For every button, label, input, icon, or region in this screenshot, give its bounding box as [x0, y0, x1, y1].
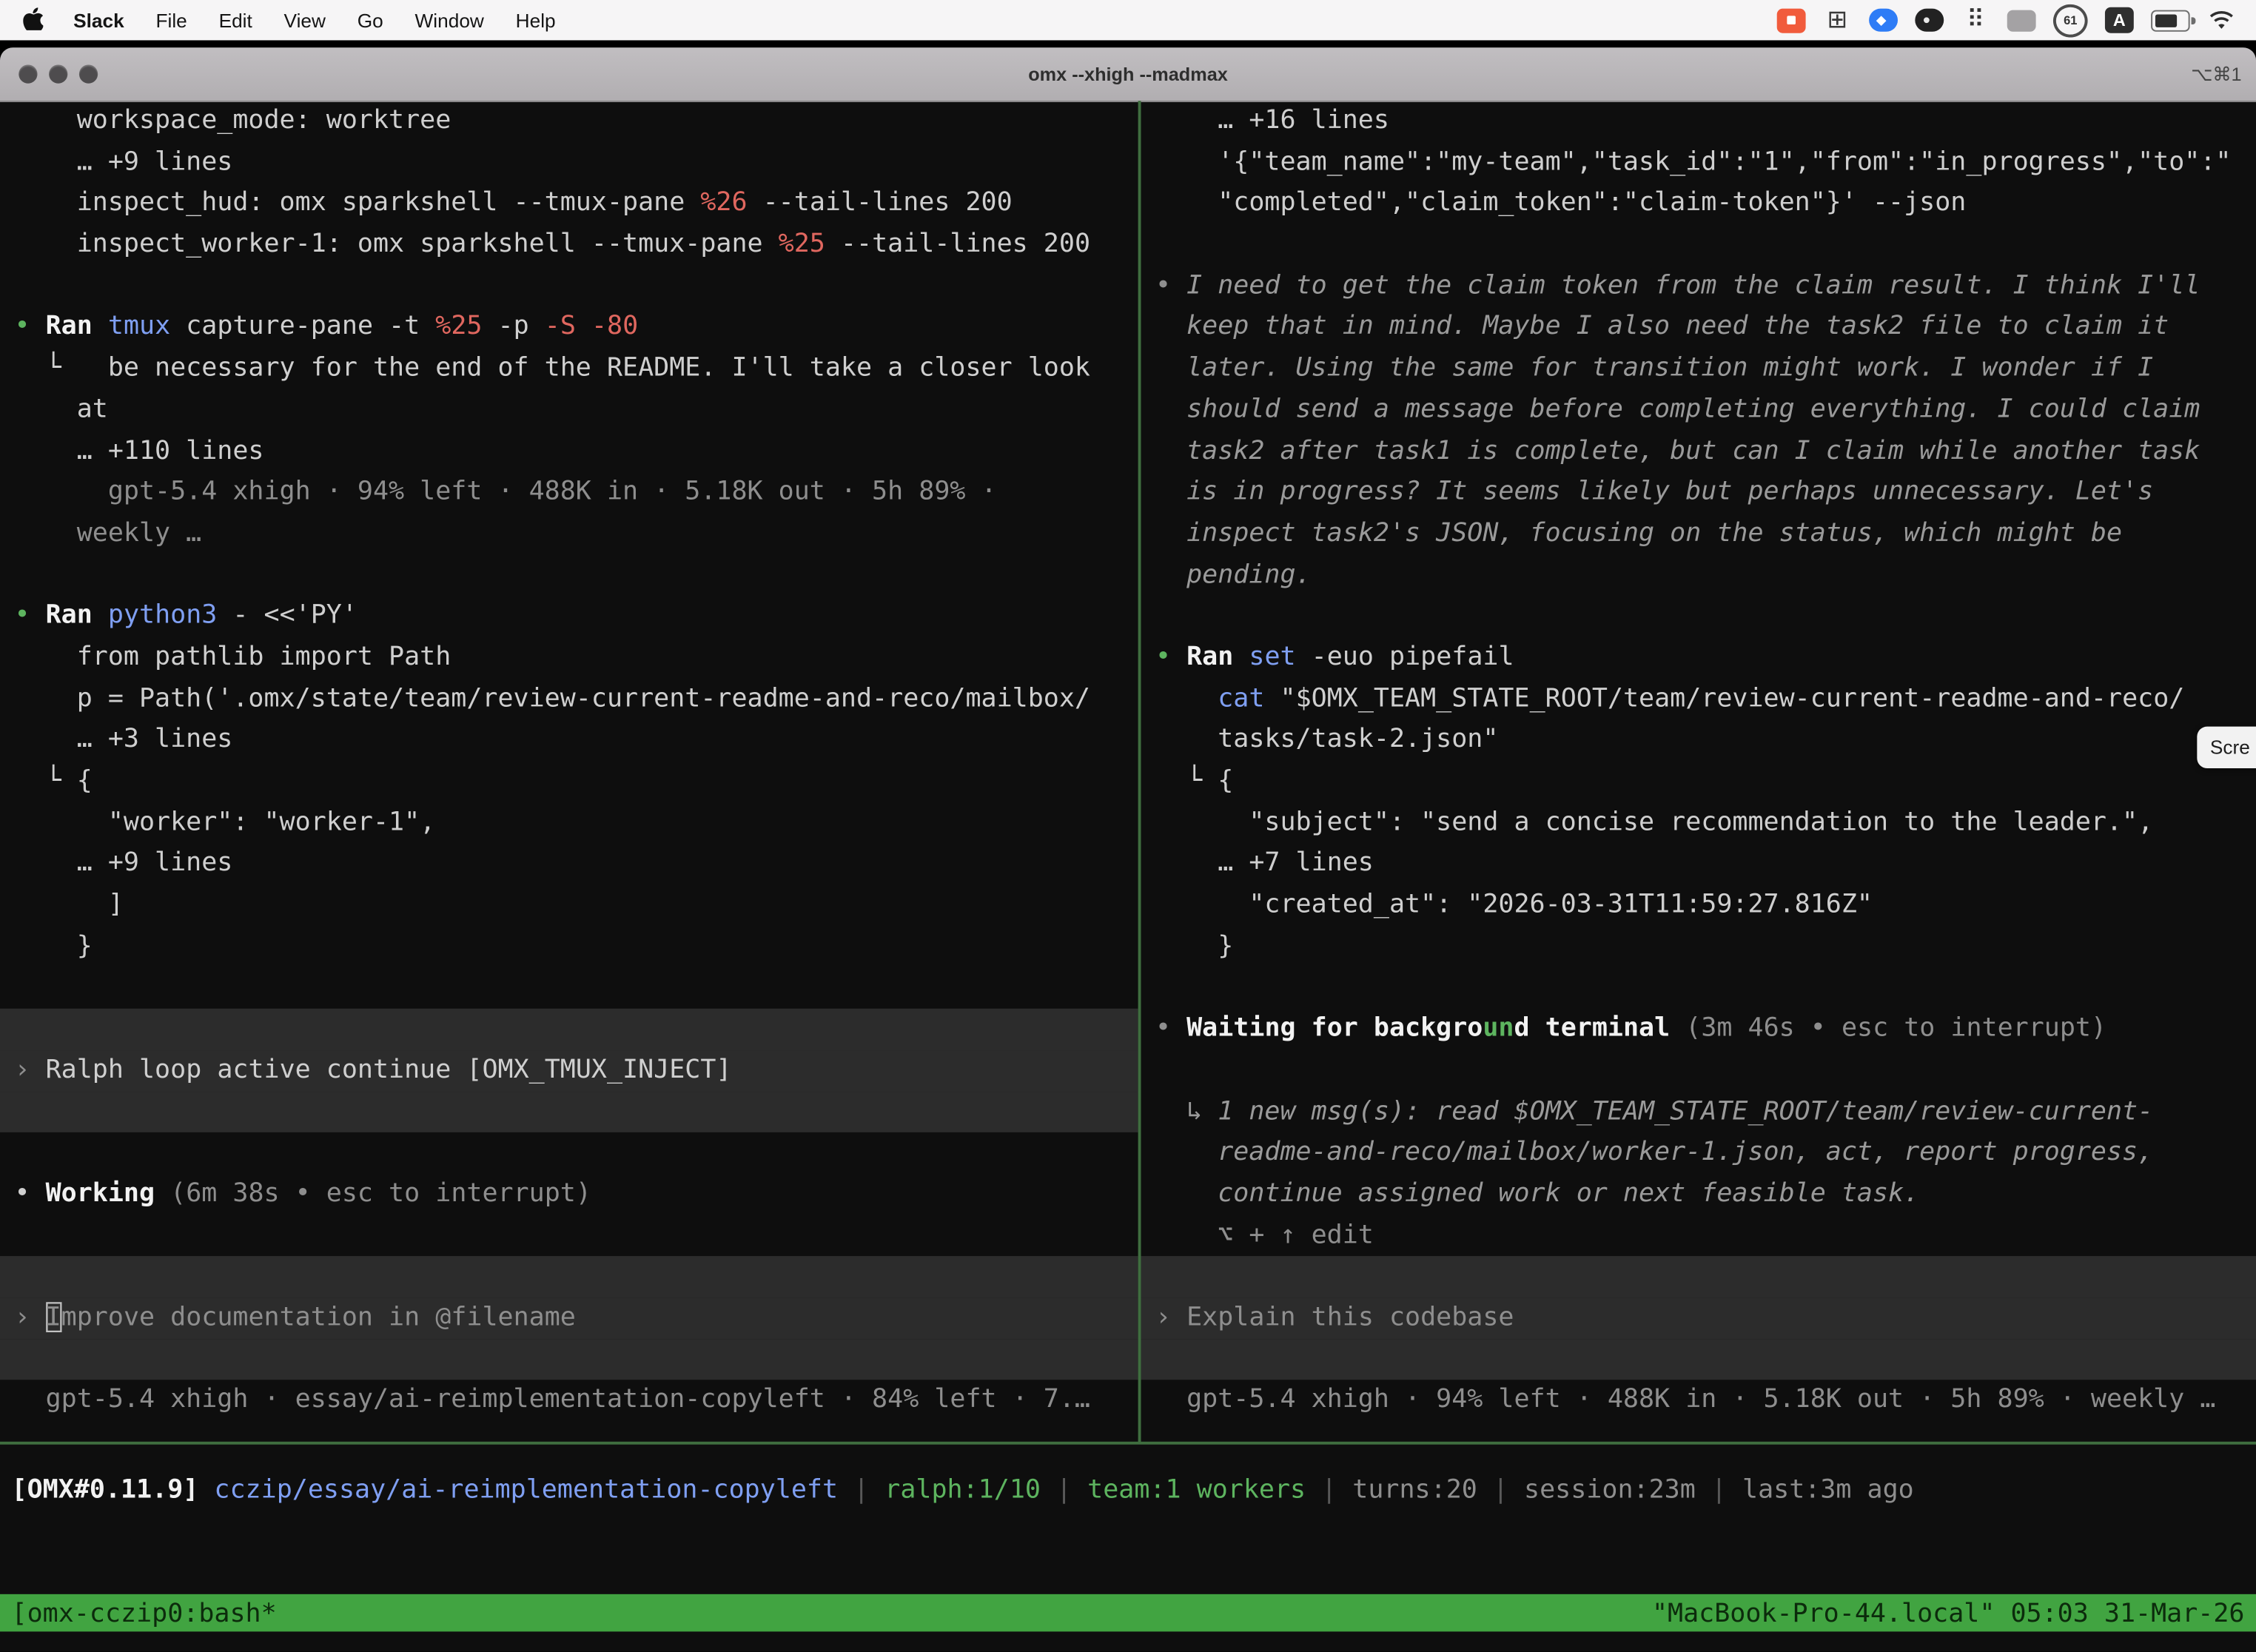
terminal-line: "created_at": "2026-03-31T11:59:27.816Z": [1141, 885, 2256, 927]
terminal-line: ]: [0, 885, 1138, 927]
screen: SlackFileEditViewGoWindowHelp 61 A omx --…: [0, 0, 2256, 1652]
terminal-line: [0, 1132, 1138, 1174]
terminal-line: ⌥ + ↑ edit: [1141, 1215, 2256, 1257]
terminal-line: └ {: [0, 761, 1138, 802]
terminal-line: └ {: [1141, 761, 2256, 802]
terminal-window: omx --xhigh --madmax ⌥⌘1 workspace_mode:…: [0, 47, 2256, 1651]
terminal-line: inspect task2's JSON, focusing on the st…: [1141, 514, 2256, 555]
terminal-line: [0, 1009, 1138, 1050]
terminal-line: [1141, 1339, 2256, 1380]
pane-border-horizontal[interactable]: [0, 1442, 2256, 1444]
terminal-line: continue assigned work or next feasible …: [1141, 1174, 2256, 1215]
terminal-line: › Improve documentation in @filename: [0, 1297, 1138, 1339]
terminal-line: [1141, 967, 2256, 1009]
terminal-line: later. Using the same for transition mig…: [1141, 349, 2256, 390]
key-app-icon[interactable]: [2007, 10, 2036, 31]
terminal-line: p = Path('.omx/state/team/review-current…: [0, 679, 1138, 720]
terminal-line: inspect_worker-1: omx sparkshell --tmux-…: [0, 224, 1138, 266]
window-title: omx --xhigh --madmax: [0, 47, 2256, 101]
terminal-line: [0, 1339, 1138, 1380]
terminal-line: [0, 1257, 1138, 1298]
menu-help[interactable]: Help: [500, 10, 571, 31]
terminal-line: readme-and-reco/mailbox/worker-1.json, a…: [1141, 1132, 2256, 1174]
terminal-line: • Working (6m 38s • esc to interrupt): [0, 1174, 1138, 1215]
terminal-line: [OMX#0.11.9] cczip/essay/ai-reimplementa…: [12, 1471, 1914, 1512]
terminal-line: task2 after task1 is complete, but can I…: [1141, 431, 2256, 472]
terminal-line: … +7 lines: [1141, 844, 2256, 885]
terminal-pane-right[interactable]: … +16 lines '{"team_name":"my-team","tas…: [1141, 101, 2256, 1443]
wifi-icon[interactable]: [2207, 3, 2236, 38]
battery-gauge-icon[interactable]: 61: [2053, 4, 2088, 37]
terminal-line: "worker": "worker-1",: [0, 802, 1138, 844]
terminal-line: }: [1141, 926, 2256, 967]
terminal-line: gpt-5.4 xhigh · 94% left · 488K in · 5.1…: [0, 472, 1138, 514]
terminal-line: is in progress? It seems likely but perh…: [1141, 472, 2256, 514]
tmux-status-bar: [omx-cczip0:bash* "MacBook-Pro-44.local"…: [0, 1594, 2256, 1632]
terminal-line: tasks/task-2.json": [1141, 720, 2256, 762]
terminal-line: [0, 266, 1138, 307]
terminal-line: … +3 lines: [0, 720, 1138, 762]
terminal-line: └ be necessary for the end of the README…: [0, 349, 1138, 390]
terminal-line: [1141, 1050, 2256, 1092]
apple-logo-icon: [23, 6, 43, 35]
blue-app-icon[interactable]: [1869, 9, 1898, 32]
apple-menu[interactable]: [0, 6, 58, 35]
menu-window[interactable]: Window: [399, 10, 500, 31]
terminal-line: [0, 1215, 1138, 1257]
terminal-line: cat "$OMX_TEAM_STATE_ROOT/team/review-cu…: [1141, 679, 2256, 720]
terminal-line: [1141, 224, 2256, 266]
tmux-session-label: [omx-cczip0:bash*: [0, 1598, 277, 1628]
dots-grid-icon[interactable]: [1961, 3, 1990, 38]
menu-file[interactable]: File: [140, 10, 203, 31]
terminal-line: › Ralph loop active continue [OMX_TMUX_I…: [0, 1050, 1138, 1092]
menu-slack[interactable]: Slack: [58, 10, 140, 31]
window-titlebar[interactable]: omx --xhigh --madmax ⌥⌘1: [0, 47, 2256, 102]
terminal-line: pending.: [1141, 554, 2256, 596]
terminal-line: … +16 lines: [1141, 101, 2256, 142]
terminal-line: • Ran set -euo pipefail: [1141, 637, 2256, 679]
terminal-line: keep that in mind. Maybe I also need the…: [1141, 307, 2256, 349]
terminal-line: should send a message before completing …: [1141, 389, 2256, 431]
terminal-line: › Explain this codebase: [1141, 1297, 2256, 1339]
tmux-host-clock-label: "MacBook-Pro-44.local" 05:03 31-Mar-26: [1652, 1598, 2256, 1628]
terminal-line: • Waiting for background terminal (3m 46…: [1141, 1009, 2256, 1050]
pane-border-vertical[interactable]: [1138, 101, 1141, 1443]
menu-bar: SlackFileEditViewGoWindowHelp 61 A: [0, 0, 2256, 40]
input-source-icon[interactable]: A: [2105, 7, 2134, 33]
terminal-line: • Ran python3 - <<'PY': [0, 596, 1138, 637]
terminal-line: gpt-5.4 xhigh · 94% left · 488K in · 5.1…: [1141, 1380, 2256, 1422]
menu-edit[interactable]: Edit: [203, 10, 268, 31]
terminal-line: [1141, 596, 2256, 637]
terminal-line: weekly …: [0, 514, 1138, 555]
terminal-pane-left[interactable]: workspace_mode: worktree … +9 lines insp…: [0, 101, 1138, 1443]
terminal-line: [0, 1091, 1138, 1132]
terminal-line: [1141, 1257, 2256, 1298]
terminal-line: [0, 554, 1138, 596]
terminal-line: }: [0, 926, 1138, 967]
terminal-line: • Ran tmux capture-pane -t %25 -p -S -80: [0, 307, 1138, 349]
terminal-line: inspect_hud: omx sparkshell --tmux-pane …: [0, 184, 1138, 225]
screen-notification: Scre: [2197, 727, 2256, 768]
menu-view[interactable]: View: [268, 10, 341, 31]
terminal-line: at: [0, 389, 1138, 431]
terminal-line: '{"team_name":"my-team","task_id":"1","f…: [1141, 142, 2256, 184]
terminal-line: [0, 967, 1138, 1009]
menu-go[interactable]: Go: [341, 10, 399, 31]
terminal-line: ↳ 1 new msg(s): read $OMX_TEAM_STATE_ROO…: [1141, 1091, 2256, 1132]
terminal-line: gpt-5.4 xhigh · essay/ai-reimplementatio…: [0, 1380, 1138, 1422]
terminal-line: … +9 lines: [0, 844, 1138, 885]
grid-app-icon[interactable]: [1823, 3, 1852, 38]
window-shortcut-label: ⌥⌘1: [2191, 47, 2241, 101]
terminal-line: "subject": "send a concise recommendatio…: [1141, 802, 2256, 844]
terminal-line: from pathlib import Path: [0, 637, 1138, 679]
terminal-line: … +9 lines: [0, 142, 1138, 184]
screen-recording-stop-icon[interactable]: [1777, 8, 1806, 33]
terminal-line: … +110 lines: [0, 431, 1138, 472]
terminal-line: workspace_mode: worktree: [0, 101, 1138, 142]
terminal-line: • I need to get the claim token from the…: [1141, 266, 2256, 307]
terminal-line: "completed","claim_token":"claim-token"}…: [1141, 184, 2256, 225]
dark-app-icon[interactable]: [1915, 9, 1944, 32]
omx-status-pane: [OMX#0.11.9] cczip/essay/ai-reimplementa…: [12, 1471, 1914, 1512]
battery-icon[interactable]: [2151, 10, 2189, 31]
